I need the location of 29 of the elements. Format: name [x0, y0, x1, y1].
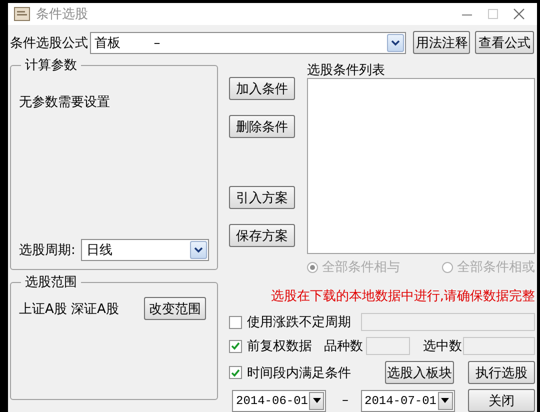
dialog-button[interactable]: 执行选股 — [468, 361, 535, 384]
dialog-button[interactable]: 改变范围 — [144, 297, 206, 320]
date-picker[interactable]: 2014-07-01 — [360, 390, 454, 412]
group-title: 计算参数 — [21, 58, 81, 74]
date-separator: – — [342, 393, 348, 408]
count-label: 选中数 — [423, 338, 462, 355]
params-message: 无参数需要设置 — [19, 94, 110, 111]
checkbox-label: 使用涨跌不定周期 — [247, 314, 351, 331]
dialog-button[interactable]: 选股入板块 — [385, 361, 454, 384]
group-title: 选股范围 — [21, 275, 81, 291]
window-title: 条件选股 — [36, 6, 88, 23]
checkbox-label: 时间段内满足条件 — [247, 364, 351, 382]
dialog-button[interactable]: 删除条件 — [229, 115, 295, 138]
notice-text: 选股在下载的本地数据中进行,请确保数据完整 — [270, 288, 535, 305]
dialog-button[interactable]: 引入方案 — [229, 186, 295, 209]
list-label: 选股条件列表 — [307, 65, 385, 77]
markets-text: 上证A股 深证A股 — [19, 300, 119, 318]
date-picker[interactable]: 2014-06-01 — [232, 390, 326, 412]
dialog-button[interactable]: 关闭 — [468, 389, 535, 412]
dialog-button[interactable]: 加入条件 — [229, 77, 295, 100]
dialog-button[interactable]: 用法注释 — [413, 31, 470, 54]
dialog-button[interactable]: 查看公式 — [475, 31, 534, 54]
count-label: 品种数 — [324, 338, 363, 355]
checkbox-label: 前复权数据 — [247, 338, 312, 355]
period-combo[interactable]: 日线 — [81, 239, 209, 261]
dialog-button[interactable]: 保存方案 — [229, 224, 295, 247]
period-label: 选股周期: — [19, 242, 76, 259]
formula-label: 条件选股公式 — [10, 34, 89, 52]
formula-combo[interactable]: 首板 – — [90, 32, 406, 54]
